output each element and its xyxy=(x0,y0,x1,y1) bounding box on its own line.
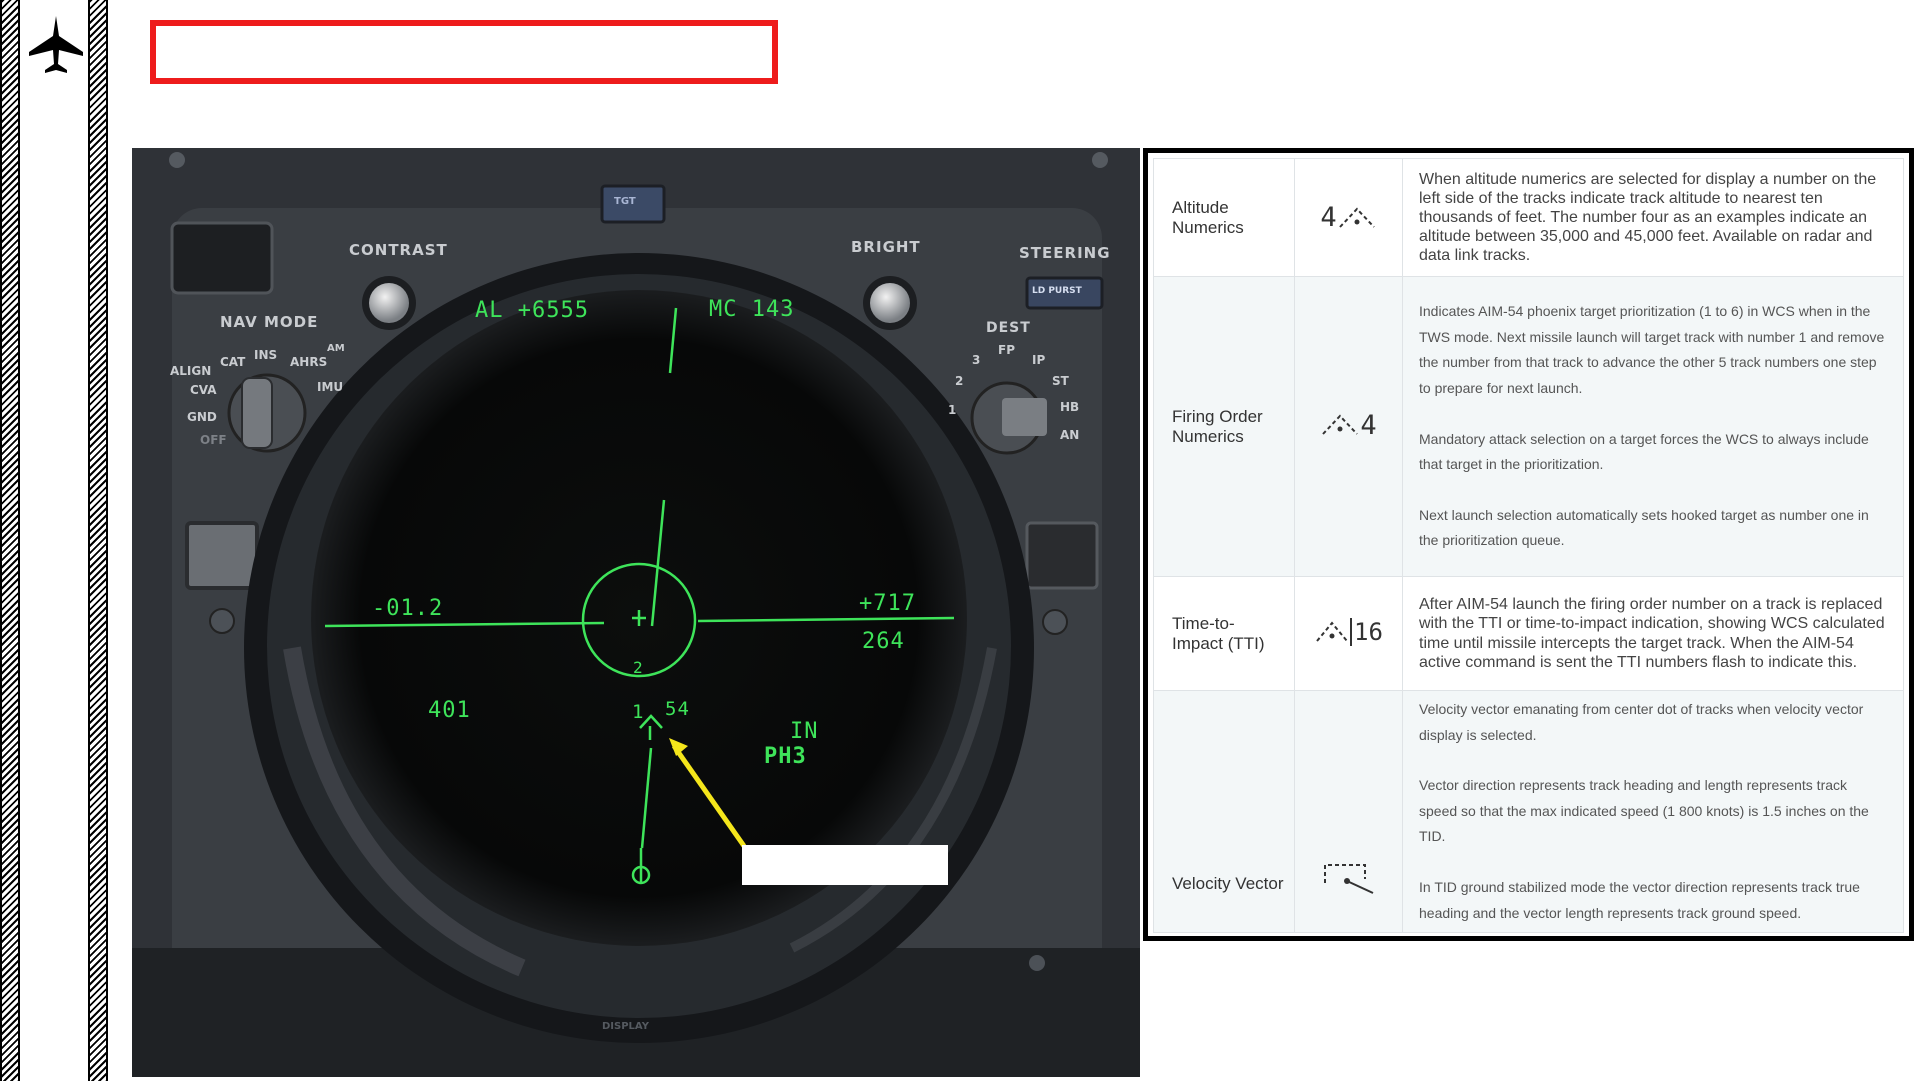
row-description: After AIM-54 launch the firing order num… xyxy=(1402,576,1904,691)
velocity-vector-icon xyxy=(1323,864,1373,895)
left-switch-block xyxy=(170,221,274,295)
ld-purst-label: LD PURST xyxy=(1032,286,1082,296)
contrast-label: CONTRAST xyxy=(349,241,448,259)
table-row: Firing Order Numerics 4 Indicates AIM-54… xyxy=(1153,276,1904,577)
tid-left-value: -01.2 xyxy=(372,596,444,621)
nav-pos-ahrs: AHRS xyxy=(290,355,328,369)
nav-pos-am: AM xyxy=(327,343,345,354)
row-name: Firing Order Numerics xyxy=(1153,276,1295,577)
panel-screw xyxy=(169,152,185,168)
right-square-button xyxy=(1025,521,1099,590)
symbol-number: 16 xyxy=(1350,617,1383,646)
steering-label: STEERING xyxy=(1019,244,1111,262)
fighter-jet-icon xyxy=(29,16,83,73)
nav-pos-align: ALIGN xyxy=(170,364,212,378)
track-caret-icon xyxy=(1338,207,1375,228)
symbol-number: 4 xyxy=(1320,202,1337,233)
tid-track-label: 54 xyxy=(665,698,690,720)
row-name: Altitude Numerics xyxy=(1153,158,1295,277)
tid-track-left: 1 xyxy=(632,701,645,723)
altitude-numerics-symbol-icon: 4 xyxy=(1294,158,1403,277)
track-caret-icon xyxy=(1322,414,1359,435)
row-name: Time-to-Impact (TTI) xyxy=(1153,576,1295,691)
dest-pos-1: 1 xyxy=(948,403,957,417)
nav-pos-ins: INS xyxy=(254,348,278,362)
symbol-reference-table: Altitude Numerics 4 When altitude numeri… xyxy=(1143,148,1914,941)
panel-screw xyxy=(1029,955,1045,971)
velocity-vector-symbol-icon xyxy=(1294,689,1403,934)
table-row: Time-to-Impact (TTI) 16 After AIM-54 lau… xyxy=(1153,576,1904,691)
panel-screw xyxy=(1092,152,1108,168)
dest-pos-hb: HB xyxy=(1060,400,1080,414)
title-box xyxy=(150,20,778,84)
tid-magnetic-course-readout: MC 143 xyxy=(709,297,795,322)
nav-pos-cat: CAT xyxy=(220,355,246,369)
tid-left-lower-value: 401 xyxy=(428,698,471,723)
row-name: Velocity Vector xyxy=(1153,689,1295,934)
tid-track-low: 2 xyxy=(633,658,644,677)
track-caret-icon xyxy=(1316,620,1348,642)
row-description: Indicates AIM-54 phoenix target prioriti… xyxy=(1402,276,1904,577)
tid-right-value: +717 xyxy=(859,591,916,616)
dest-pos-3: 3 xyxy=(972,353,981,367)
nav-pos-imu: IMU xyxy=(317,380,344,394)
nav-mode-label: NAV MODE xyxy=(220,313,319,331)
right-rail-stripe xyxy=(88,0,108,1081)
dest-label: DEST xyxy=(986,320,1031,336)
tid-altitude-readout: AL +6555 xyxy=(475,298,589,323)
dest-pos-fp: FP xyxy=(998,343,1015,357)
row-description: When altitude numerics are selected for … xyxy=(1402,158,1904,277)
panel-screw xyxy=(209,608,235,634)
display-label: DISPLAY xyxy=(602,1021,649,1032)
tid-cockpit-display: CONTRAST BRIGHT STEERING NAV MODE DEST T… xyxy=(132,148,1140,1077)
nav-pos-cva: CVA xyxy=(190,383,217,397)
symbol-number: 4 xyxy=(1360,409,1377,441)
dest-pos-an: AN xyxy=(1060,428,1080,442)
left-square-button xyxy=(185,521,259,590)
tid-ph-label: PH3 xyxy=(764,744,807,769)
firing-order-numerics-symbol-icon: 4 xyxy=(1294,276,1403,577)
tid-in-label: IN xyxy=(790,719,819,744)
callout-label-box xyxy=(742,845,948,885)
bright-label: BRIGHT xyxy=(851,238,921,256)
row-description: Velocity vector emanating from center do… xyxy=(1402,689,1904,934)
dest-pos-ip: IP xyxy=(1032,353,1046,367)
cockpit-panel-graphic xyxy=(132,148,1140,1077)
tgt-label: TGT xyxy=(614,196,636,207)
nav-pos-gnd: GND xyxy=(187,410,217,424)
tid-right-sub-value: 264 xyxy=(862,629,905,654)
panel-screw xyxy=(1042,609,1068,635)
table-row: Altitude Numerics 4 When altitude numeri… xyxy=(1153,158,1904,277)
nav-pos-off: OFF xyxy=(200,433,227,447)
left-rail-stripe xyxy=(0,0,20,1081)
table-row: Velocity Vector Velocity vector emanatin… xyxy=(1153,689,1904,934)
dest-pos-st: ST xyxy=(1052,374,1069,388)
time-to-impact-symbol-icon: 16 xyxy=(1294,576,1403,691)
dest-pos-2: 2 xyxy=(955,374,964,388)
